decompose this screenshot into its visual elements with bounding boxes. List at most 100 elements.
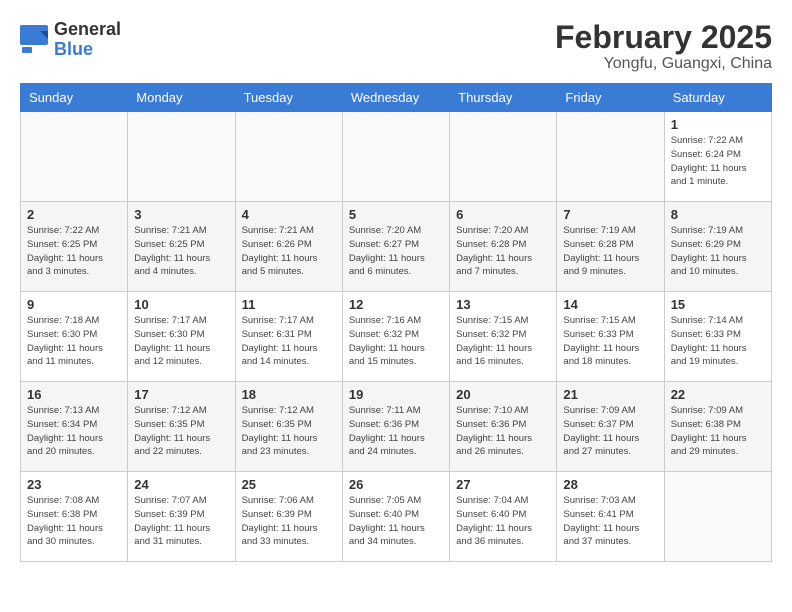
day-number: 20 [456, 387, 550, 402]
day-info: Sunrise: 7:19 AM Sunset: 6:29 PM Dayligh… [671, 224, 765, 279]
day-info: Sunrise: 7:12 AM Sunset: 6:35 PM Dayligh… [242, 404, 336, 459]
day-number: 5 [349, 207, 443, 222]
day-of-week-header: Thursday [450, 84, 557, 112]
calendar-day-cell [450, 112, 557, 202]
day-of-week-header: Monday [128, 84, 235, 112]
day-info: Sunrise: 7:13 AM Sunset: 6:34 PM Dayligh… [27, 404, 121, 459]
day-number: 17 [134, 387, 228, 402]
calendar-table: SundayMondayTuesdayWednesdayThursdayFrid… [20, 83, 772, 562]
calendar-day-cell: 12 Sunrise: 7:16 AM Sunset: 6:32 PM Dayli… [342, 292, 449, 382]
day-of-week-header: Sunday [21, 84, 128, 112]
calendar-week-row: 1 Sunrise: 7:22 AM Sunset: 6:24 PM Daylig… [21, 112, 772, 202]
day-number: 10 [134, 297, 228, 312]
calendar-header-row: SundayMondayTuesdayWednesdayThursdayFrid… [21, 84, 772, 112]
calendar-day-cell: 24 Sunrise: 7:07 AM Sunset: 6:39 PM Dayli… [128, 472, 235, 562]
calendar-day-cell: 17 Sunrise: 7:12 AM Sunset: 6:35 PM Dayli… [128, 382, 235, 472]
day-number: 4 [242, 207, 336, 222]
day-info: Sunrise: 7:21 AM Sunset: 6:26 PM Dayligh… [242, 224, 336, 279]
day-of-week-header: Tuesday [235, 84, 342, 112]
calendar-day-cell: 23 Sunrise: 7:08 AM Sunset: 6:38 PM Dayli… [21, 472, 128, 562]
day-number: 24 [134, 477, 228, 492]
calendar-day-cell: 28Sunrise: 7:03 AM Sunset: 6:41 PM Dayli… [557, 472, 664, 562]
calendar-day-cell: 27Sunrise: 7:04 AM Sunset: 6:40 PM Dayli… [450, 472, 557, 562]
day-number: 15 [671, 297, 765, 312]
calendar-day-cell: 2 Sunrise: 7:22 AM Sunset: 6:25 PM Daylig… [21, 202, 128, 292]
day-number: 28 [563, 477, 657, 492]
location-subtitle: Yongfu, Guangxi, China [555, 55, 772, 73]
calendar-day-cell: 5 Sunrise: 7:20 AM Sunset: 6:27 PM Daylig… [342, 202, 449, 292]
calendar-day-cell [21, 112, 128, 202]
calendar-day-cell: 6 Sunrise: 7:20 AM Sunset: 6:28 PM Daylig… [450, 202, 557, 292]
calendar-day-cell: 25Sunrise: 7:06 AM Sunset: 6:39 PM Dayli… [235, 472, 342, 562]
logo-blue-text: Blue [54, 40, 121, 60]
calendar-day-cell [342, 112, 449, 202]
day-number: 16 [27, 387, 121, 402]
calendar-day-cell: 22 Sunrise: 7:09 AM Sunset: 6:38 PM Dayli… [664, 382, 771, 472]
calendar-day-cell: 4 Sunrise: 7:21 AM Sunset: 6:26 PM Daylig… [235, 202, 342, 292]
day-info: Sunrise: 7:08 AM Sunset: 6:38 PM Dayligh… [27, 494, 121, 549]
day-number: 12 [349, 297, 443, 312]
day-info: Sunrise: 7:21 AM Sunset: 6:25 PM Dayligh… [134, 224, 228, 279]
day-info: Sunrise: 7:07 AM Sunset: 6:39 PM Dayligh… [134, 494, 228, 549]
day-info: Sunrise: 7:11 AM Sunset: 6:36 PM Dayligh… [349, 404, 443, 459]
day-number: 1 [671, 117, 765, 132]
day-number: 13 [456, 297, 550, 312]
day-info: Sunrise: 7:19 AM Sunset: 6:28 PM Dayligh… [563, 224, 657, 279]
day-info: Sunrise: 7:22 AM Sunset: 6:25 PM Dayligh… [27, 224, 121, 279]
calendar-day-cell: 8 Sunrise: 7:19 AM Sunset: 6:29 PM Daylig… [664, 202, 771, 292]
calendar-day-cell: 3 Sunrise: 7:21 AM Sunset: 6:25 PM Daylig… [128, 202, 235, 292]
calendar-week-row: 16 Sunrise: 7:13 AM Sunset: 6:34 PM Dayli… [21, 382, 772, 472]
day-info: Sunrise: 7:15 AM Sunset: 6:33 PM Dayligh… [563, 314, 657, 369]
day-number: 2 [27, 207, 121, 222]
day-number: 8 [671, 207, 765, 222]
day-number: 25 [242, 477, 336, 492]
day-info: Sunrise: 7:12 AM Sunset: 6:35 PM Dayligh… [134, 404, 228, 459]
calendar-day-cell: 21 Sunrise: 7:09 AM Sunset: 6:37 PM Dayli… [557, 382, 664, 472]
day-number: 26 [349, 477, 443, 492]
day-number: 6 [456, 207, 550, 222]
calendar-day-cell [235, 112, 342, 202]
day-of-week-header: Saturday [664, 84, 771, 112]
day-number: 7 [563, 207, 657, 222]
day-number: 27 [456, 477, 550, 492]
calendar-day-cell: 11 Sunrise: 7:17 AM Sunset: 6:31 PM Dayli… [235, 292, 342, 382]
calendar-day-cell: 15 Sunrise: 7:14 AM Sunset: 6:33 PM Dayli… [664, 292, 771, 382]
calendar-day-cell: 18 Sunrise: 7:12 AM Sunset: 6:35 PM Dayli… [235, 382, 342, 472]
day-number: 3 [134, 207, 228, 222]
day-info: Sunrise: 7:22 AM Sunset: 6:24 PM Dayligh… [671, 134, 765, 189]
day-info: Sunrise: 7:20 AM Sunset: 6:27 PM Dayligh… [349, 224, 443, 279]
day-info: Sunrise: 7:20 AM Sunset: 6:28 PM Dayligh… [456, 224, 550, 279]
calendar-day-cell: 20Sunrise: 7:10 AM Sunset: 6:36 PM Dayli… [450, 382, 557, 472]
calendar-day-cell [664, 472, 771, 562]
day-number: 11 [242, 297, 336, 312]
calendar-day-cell: 16 Sunrise: 7:13 AM Sunset: 6:34 PM Dayli… [21, 382, 128, 472]
calendar-day-cell: 9 Sunrise: 7:18 AM Sunset: 6:30 PM Daylig… [21, 292, 128, 382]
day-number: 19 [349, 387, 443, 402]
calendar-day-cell: 26 Sunrise: 7:05 AM Sunset: 6:40 PM Dayli… [342, 472, 449, 562]
day-info: Sunrise: 7:05 AM Sunset: 6:40 PM Dayligh… [349, 494, 443, 549]
calendar-day-cell [557, 112, 664, 202]
logo-general-text: General [54, 20, 121, 40]
day-number: 23 [27, 477, 121, 492]
day-of-week-header: Wednesday [342, 84, 449, 112]
day-info: Sunrise: 7:09 AM Sunset: 6:38 PM Dayligh… [671, 404, 765, 459]
day-info: Sunrise: 7:15 AM Sunset: 6:32 PM Dayligh… [456, 314, 550, 369]
page-header: General Blue February 2025 Yongfu, Guang… [20, 20, 772, 73]
day-info: Sunrise: 7:14 AM Sunset: 6:33 PM Dayligh… [671, 314, 765, 369]
day-number: 18 [242, 387, 336, 402]
day-number: 21 [563, 387, 657, 402]
calendar-day-cell: 14Sunrise: 7:15 AM Sunset: 6:33 PM Dayli… [557, 292, 664, 382]
day-number: 9 [27, 297, 121, 312]
calendar-week-row: 9 Sunrise: 7:18 AM Sunset: 6:30 PM Daylig… [21, 292, 772, 382]
calendar-day-cell: 10 Sunrise: 7:17 AM Sunset: 6:30 PM Dayli… [128, 292, 235, 382]
day-info: Sunrise: 7:16 AM Sunset: 6:32 PM Dayligh… [349, 314, 443, 369]
month-year-title: February 2025 [555, 20, 772, 55]
calendar-day-cell: 7 Sunrise: 7:19 AM Sunset: 6:28 PM Daylig… [557, 202, 664, 292]
calendar-week-row: 2 Sunrise: 7:22 AM Sunset: 6:25 PM Daylig… [21, 202, 772, 292]
day-number: 22 [671, 387, 765, 402]
calendar-day-cell: 13 Sunrise: 7:15 AM Sunset: 6:32 PM Dayli… [450, 292, 557, 382]
day-info: Sunrise: 7:09 AM Sunset: 6:37 PM Dayligh… [563, 404, 657, 459]
day-info: Sunrise: 7:17 AM Sunset: 6:31 PM Dayligh… [242, 314, 336, 369]
day-info: Sunrise: 7:18 AM Sunset: 6:30 PM Dayligh… [27, 314, 121, 369]
day-info: Sunrise: 7:17 AM Sunset: 6:30 PM Dayligh… [134, 314, 228, 369]
